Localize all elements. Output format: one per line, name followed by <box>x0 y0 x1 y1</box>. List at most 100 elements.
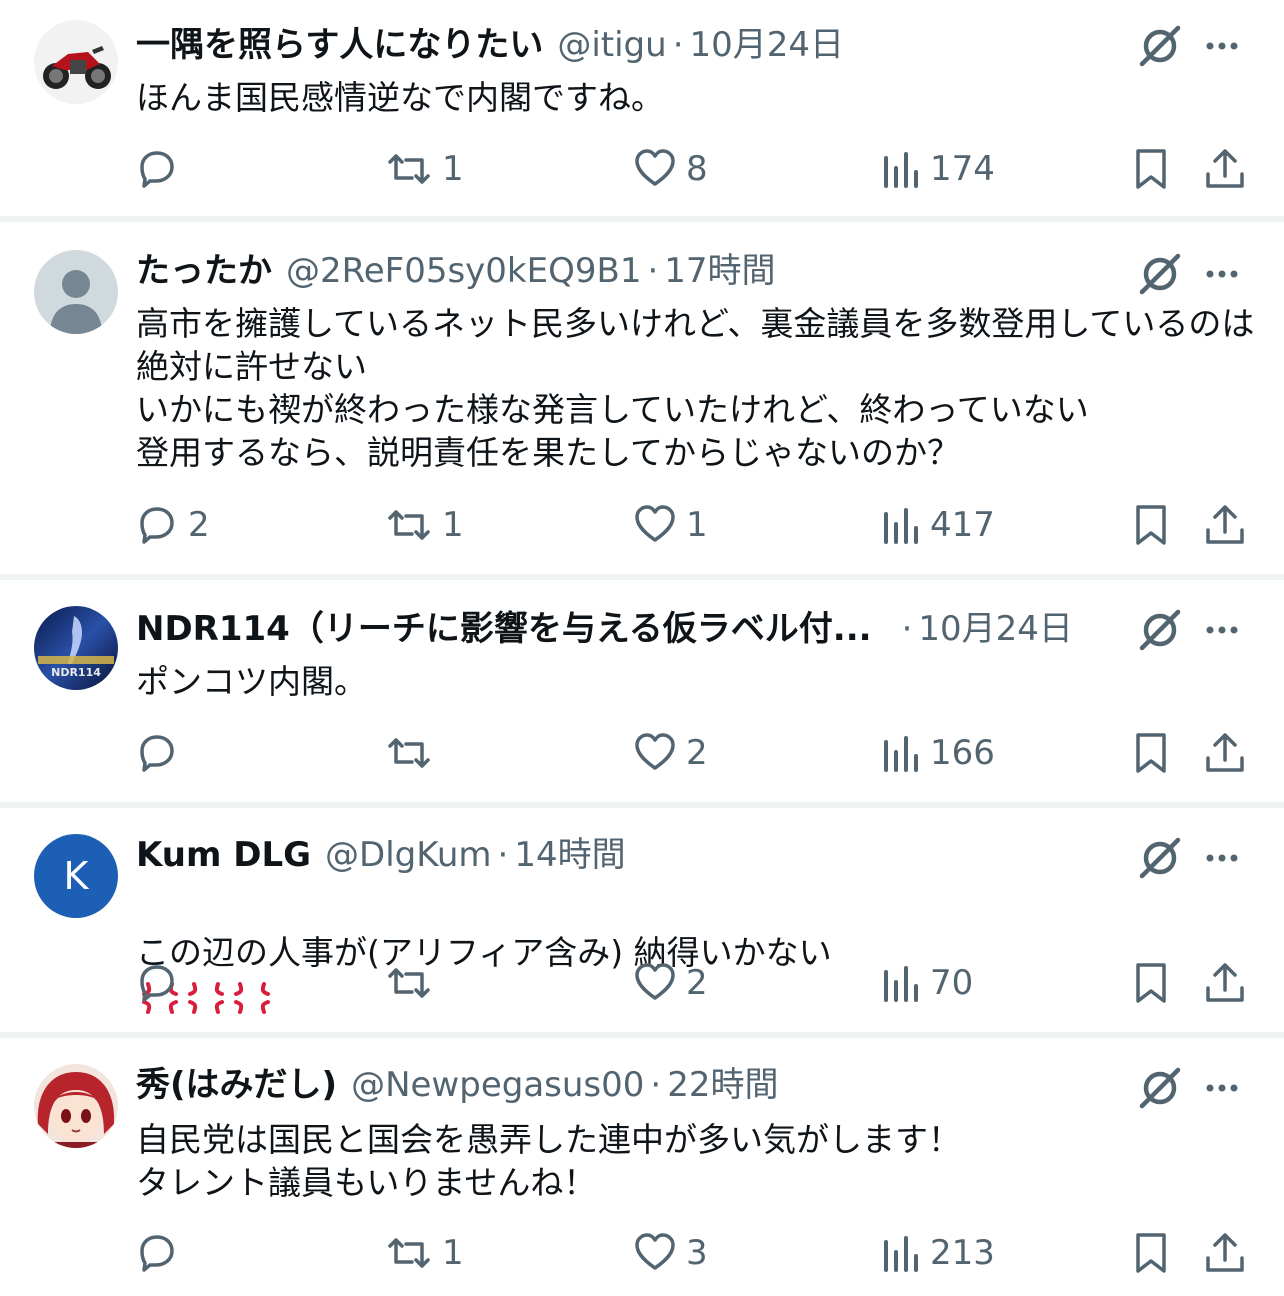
like-button[interactable]: 8 <box>632 144 708 194</box>
grok-icon[interactable] <box>1136 22 1184 70</box>
bookmark-icon <box>1136 505 1166 545</box>
tweet-header: 一隅を照らす人になりたい @itigu · 10月24日 <box>136 22 844 68</box>
share-icon <box>1206 1233 1244 1272</box>
like-button[interactable]: 1 <box>632 500 708 550</box>
tweet-text: 自民党は国民と国会を愚弄した連中が多い気がします！ タレント議員もいりませんね！ <box>136 1120 961 1202</box>
tweet-header: Kum DLG @DlgKum · 14時間 <box>136 832 626 878</box>
display-name[interactable]: 秀(はみだし) <box>136 1062 337 1108</box>
retweet-button[interactable]: 1 <box>384 1228 464 1278</box>
retweet-icon <box>388 738 430 768</box>
views-button[interactable]: 174 <box>880 144 995 194</box>
more-icon[interactable] <box>1198 834 1246 882</box>
share-icon <box>1206 733 1244 772</box>
share-button[interactable] <box>1202 728 1248 778</box>
separator-dot: · <box>650 1065 662 1105</box>
views-button[interactable]: 417 <box>880 500 995 550</box>
like-icon <box>635 733 675 770</box>
avatar-movie-poster[interactable]: NDR114 <box>34 606 118 690</box>
tweet-4[interactable]: K Kum DLG @DlgKum · 14時間 この辺の人事が(アリフィア含み… <box>0 808 1284 1032</box>
reply-button[interactable] <box>134 1228 188 1278</box>
display-name[interactable]: NDR114（リーチに影響を与える仮ラベル付... <box>136 606 872 652</box>
timestamp[interactable]: 14時間 <box>514 832 625 878</box>
display-name[interactable]: たったか <box>136 248 272 294</box>
avatar-motorcycle[interactable] <box>34 20 118 104</box>
bookmark-button[interactable] <box>1130 728 1172 778</box>
retweet-button[interactable]: 1 <box>384 144 464 194</box>
user-handle[interactable]: @DlgKum <box>325 832 491 878</box>
reply-button[interactable]: 2 <box>134 500 210 550</box>
bookmark-icon <box>1136 1233 1166 1273</box>
like-button[interactable]: 2 <box>632 728 708 778</box>
display-name[interactable]: 一隅を照らす人になりたい <box>136 22 543 68</box>
more-icon[interactable] <box>1198 250 1246 298</box>
like-count: 1 <box>686 505 708 545</box>
reply-button[interactable] <box>134 728 188 778</box>
avatar-anime[interactable] <box>34 1064 118 1148</box>
user-handle[interactable]: @Newpegasus00 <box>351 1062 644 1108</box>
view-count: 417 <box>930 505 995 545</box>
share-button[interactable] <box>1202 500 1248 550</box>
grok-icon[interactable] <box>1136 1064 1184 1112</box>
share-icon <box>1206 149 1244 188</box>
bookmark-button[interactable] <box>1130 500 1172 550</box>
reply-button[interactable] <box>134 958 188 1008</box>
timestamp[interactable]: 10月24日 <box>918 606 1073 652</box>
separator-dot: · <box>647 251 659 291</box>
share-button[interactable] <box>1202 958 1248 1008</box>
like-count: 2 <box>686 963 708 1003</box>
bookmark-icon <box>1136 149 1166 189</box>
bookmark-icon <box>1136 733 1166 773</box>
retweet-button[interactable] <box>384 728 442 778</box>
avatar-letter[interactable]: K <box>34 834 118 918</box>
timestamp[interactable]: 10月24日 <box>690 22 845 68</box>
like-button[interactable]: 3 <box>632 1228 708 1278</box>
views-icon <box>884 966 918 1002</box>
more-icon[interactable] <box>1198 1064 1246 1112</box>
timestamp[interactable]: 22時間 <box>667 1062 778 1108</box>
tweet-5[interactable]: 秀(はみだし) @Newpegasus00 · 22時間 自民党は国民と国会を愚… <box>0 1038 1284 1296</box>
user-handle[interactable]: @2ReF05sy0kEQ9B1 <box>286 248 641 294</box>
user-handle[interactable]: @itigu <box>557 22 666 68</box>
reply-icon <box>140 735 174 772</box>
reply-count: 2 <box>188 505 210 545</box>
retweet-count: 1 <box>442 1233 464 1273</box>
view-count: 174 <box>930 149 995 189</box>
tweet-text: ほんま国民感情逆なで内閣ですね。 <box>136 78 664 117</box>
views-icon <box>884 1236 918 1272</box>
share-button[interactable] <box>1202 1228 1248 1278</box>
views-button[interactable]: 166 <box>880 728 995 778</box>
grok-icon[interactable] <box>1136 606 1184 654</box>
share-icon <box>1206 963 1244 1002</box>
retweet-button[interactable]: 1 <box>384 500 464 550</box>
view-count: 70 <box>930 963 974 1003</box>
tweet-3[interactable]: NDR114 NDR114（リーチに影響を与える仮ラベル付... · 10月24… <box>0 580 1284 802</box>
grok-icon[interactable] <box>1136 834 1184 882</box>
retweet-button[interactable] <box>384 958 442 1008</box>
views-button[interactable]: 70 <box>880 958 973 1008</box>
retweet-icon <box>388 1238 430 1268</box>
display-name[interactable]: Kum DLG <box>136 832 311 878</box>
reply-button[interactable] <box>134 144 188 194</box>
share-button[interactable] <box>1202 144 1248 194</box>
bookmark-button[interactable] <box>1130 1228 1172 1278</box>
tweet-1[interactable]: 一隅を照らす人になりたい @itigu · 10月24日 ほんま国民感情逆なで内… <box>0 0 1284 216</box>
reply-icon <box>140 1235 174 1272</box>
tweet-2[interactable]: たったか @2ReF05sy0kEQ9B1 · 17時間 高市を擁護しているネッ… <box>0 222 1284 574</box>
bookmark-button[interactable] <box>1130 958 1172 1008</box>
bookmark-icon <box>1136 963 1166 1003</box>
reply-icon <box>140 965 174 1002</box>
more-icon[interactable] <box>1198 606 1246 654</box>
bookmark-button[interactable] <box>1130 144 1172 194</box>
timestamp[interactable]: 17時間 <box>664 248 775 294</box>
avatar-default[interactable] <box>34 250 118 334</box>
more-icon[interactable] <box>1198 22 1246 70</box>
like-icon <box>635 963 675 1000</box>
tweet-header: 秀(はみだし) @Newpegasus00 · 22時間 <box>136 1062 778 1108</box>
like-icon <box>635 1233 675 1270</box>
action-bar: 1 3 213 <box>0 1228 1284 1278</box>
separator-dot: · <box>672 25 684 65</box>
grok-icon[interactable] <box>1136 250 1184 298</box>
like-button[interactable]: 2 <box>632 958 708 1008</box>
views-button[interactable]: 213 <box>880 1228 995 1278</box>
share-icon <box>1206 505 1244 544</box>
